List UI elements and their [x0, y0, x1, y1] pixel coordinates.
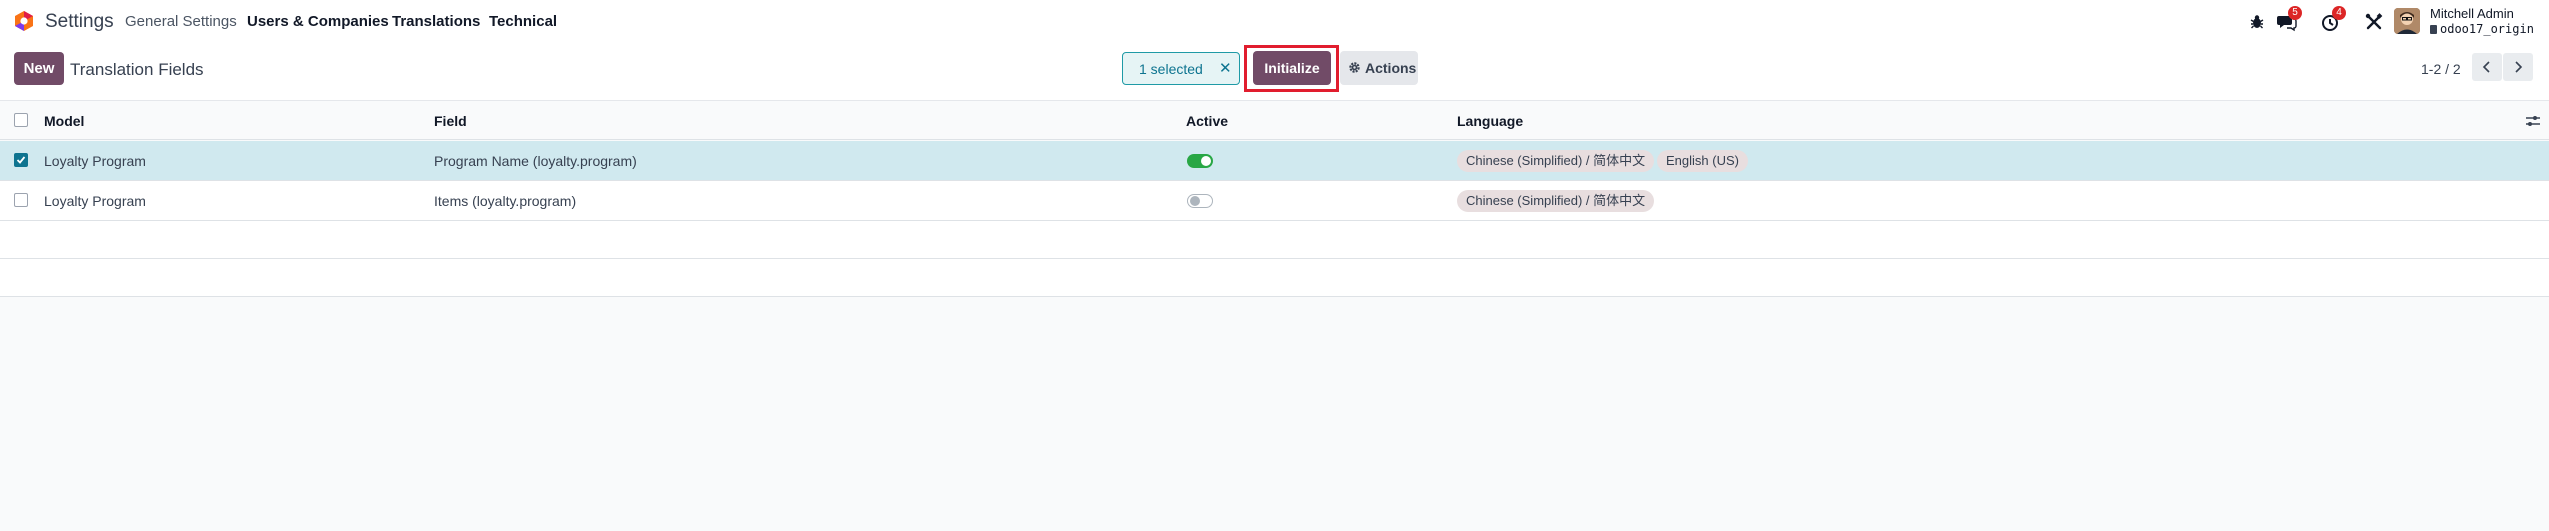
settings-app-icon[interactable] — [13, 10, 35, 32]
empty-row — [0, 221, 2549, 259]
gear-icon — [1349, 62, 1360, 73]
column-header-field[interactable]: Field — [434, 113, 467, 129]
chevron-left-icon — [2482, 61, 2490, 73]
activity-clock-icon[interactable]: 4 — [2321, 6, 2346, 32]
control-panel: New Translation Fields 1 selected ✕ Init… — [0, 42, 2549, 100]
language-tag: Chinese (Simplified) / 简体中文 — [1457, 150, 1655, 172]
menu-translations[interactable]: Translations — [392, 13, 480, 30]
new-button[interactable]: New — [14, 52, 64, 85]
row-checkbox[interactable] — [14, 153, 28, 167]
optional-columns-icon[interactable] — [2525, 113, 2541, 129]
column-header-language[interactable]: Language — [1457, 113, 1523, 129]
tools-icon[interactable] — [2364, 12, 2384, 32]
column-header-active[interactable]: Active — [1186, 113, 1228, 129]
messages-icon[interactable]: 5 — [2277, 6, 2302, 32]
pager-previous-button[interactable] — [2472, 53, 2502, 81]
user-avatar[interactable] — [2394, 8, 2420, 34]
database-icon — [2430, 25, 2437, 34]
cell-model: Loyalty Program — [44, 193, 146, 209]
row-checkbox[interactable] — [14, 193, 28, 207]
select-all-checkbox[interactable] — [14, 113, 28, 127]
active-toggle[interactable] — [1187, 154, 1213, 168]
selection-indicator: 1 selected ✕ — [1122, 52, 1240, 85]
language-tag: English (US) — [1657, 150, 1748, 172]
database-name: odoo17_origin — [2430, 22, 2534, 36]
table-row[interactable]: Loyalty Program Items (loyalty.program) … — [0, 181, 2549, 221]
pager-value[interactable]: 1-2 / 2 — [2421, 61, 2461, 77]
user-name[interactable]: Mitchell Admin — [2430, 6, 2514, 21]
toggle-knob — [1201, 156, 1211, 166]
chevron-right-icon — [2515, 61, 2523, 73]
cell-model: Loyalty Program — [44, 153, 146, 169]
list-header: Model Field Active Language — [0, 100, 2549, 140]
active-toggle[interactable] — [1187, 194, 1213, 208]
initialize-button[interactable]: Initialize — [1253, 51, 1331, 85]
empty-row — [0, 259, 2549, 297]
language-tag: Chinese (Simplified) / 简体中文 — [1457, 190, 1655, 212]
table-row[interactable]: Loyalty Program Program Name (loyalty.pr… — [0, 141, 2549, 181]
cell-field: Program Name (loyalty.program) — [434, 153, 637, 169]
top-navbar: Settings General Settings Users & Compan… — [0, 0, 2549, 42]
messages-badge: 5 — [2288, 6, 2302, 20]
toggle-knob — [1190, 196, 1200, 206]
check-icon — [16, 156, 26, 164]
cell-field: Items (loyalty.program) — [434, 193, 577, 209]
column-header-model[interactable]: Model — [44, 113, 84, 129]
app-name[interactable]: Settings — [45, 11, 114, 33]
menu-technical[interactable]: Technical — [489, 13, 557, 30]
page-title: Translation Fields — [70, 60, 204, 79]
database-label: odoo17_origin — [2440, 22, 2534, 36]
activity-badge: 4 — [2332, 6, 2346, 20]
menu-general-settings[interactable]: General Settings — [125, 13, 237, 30]
selected-count: 1 selected — [1139, 61, 1203, 77]
actions-button[interactable]: Actions — [1340, 51, 1418, 85]
menu-users-companies[interactable]: Users & Companies — [247, 13, 389, 30]
clear-selection-icon[interactable]: ✕ — [1219, 59, 1232, 77]
debug-bug-icon[interactable] — [2247, 12, 2267, 32]
pager-next-button[interactable] — [2503, 53, 2533, 81]
actions-label: Actions — [1365, 60, 1417, 76]
